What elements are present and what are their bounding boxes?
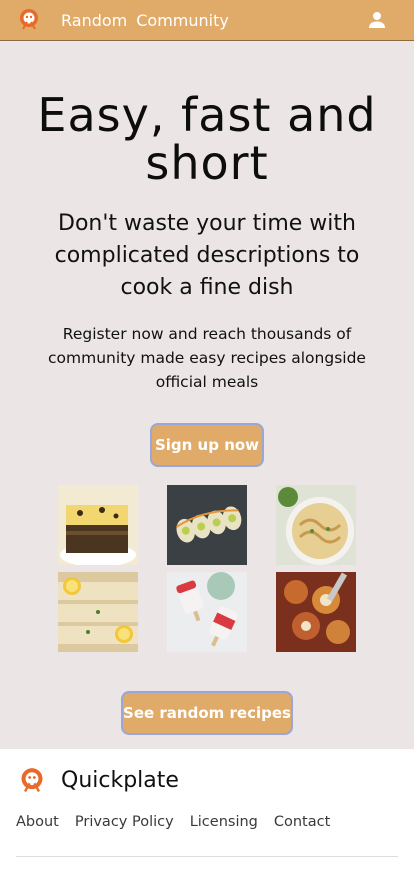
recipe-image-sushi[interactable]	[167, 485, 247, 565]
chef-logo-icon[interactable]	[18, 767, 46, 795]
top-navbar: Random Community	[0, 0, 414, 41]
footer-link-contact[interactable]: Contact	[274, 814, 330, 830]
see-random-recipes-button[interactable]: See random recipes	[121, 691, 293, 735]
hero-description: Register now and reach thousands of comm…	[48, 325, 366, 391]
footer: Quickplate About Privacy Policy Licensin…	[0, 749, 414, 876]
recipe-image-baked-shells[interactable]	[276, 572, 356, 652]
footer-links: About Privacy Policy Licensing Contact	[16, 814, 346, 830]
footer-link-about[interactable]: About	[16, 814, 59, 830]
hero-section: Easy, fast and short Don't waste your ti…	[0, 41, 414, 749]
recipe-image-lemon-fish[interactable]	[58, 572, 138, 652]
recipe-image-brownie[interactable]	[58, 485, 138, 565]
footer-link-licensing[interactable]: Licensing	[190, 814, 258, 830]
footer-brand: Quickplate	[61, 768, 179, 793]
nav-link-random[interactable]: Random	[61, 11, 127, 30]
chef-logo-icon[interactable]	[17, 8, 41, 32]
hero-title: Easy, fast and short	[37, 88, 377, 190]
nav-link-community[interactable]: Community	[136, 11, 229, 30]
hero-subtitle: Don't waste your time with complicated d…	[54, 211, 360, 300]
user-icon[interactable]	[368, 11, 386, 29]
footer-divider	[16, 856, 398, 857]
recipe-image-popsicles[interactable]	[167, 572, 247, 652]
signup-button[interactable]: Sign up now	[150, 423, 264, 467]
footer-link-privacy-policy[interactable]: Privacy Policy	[75, 814, 174, 830]
recipe-image-pasta-bowl[interactable]	[276, 485, 356, 565]
